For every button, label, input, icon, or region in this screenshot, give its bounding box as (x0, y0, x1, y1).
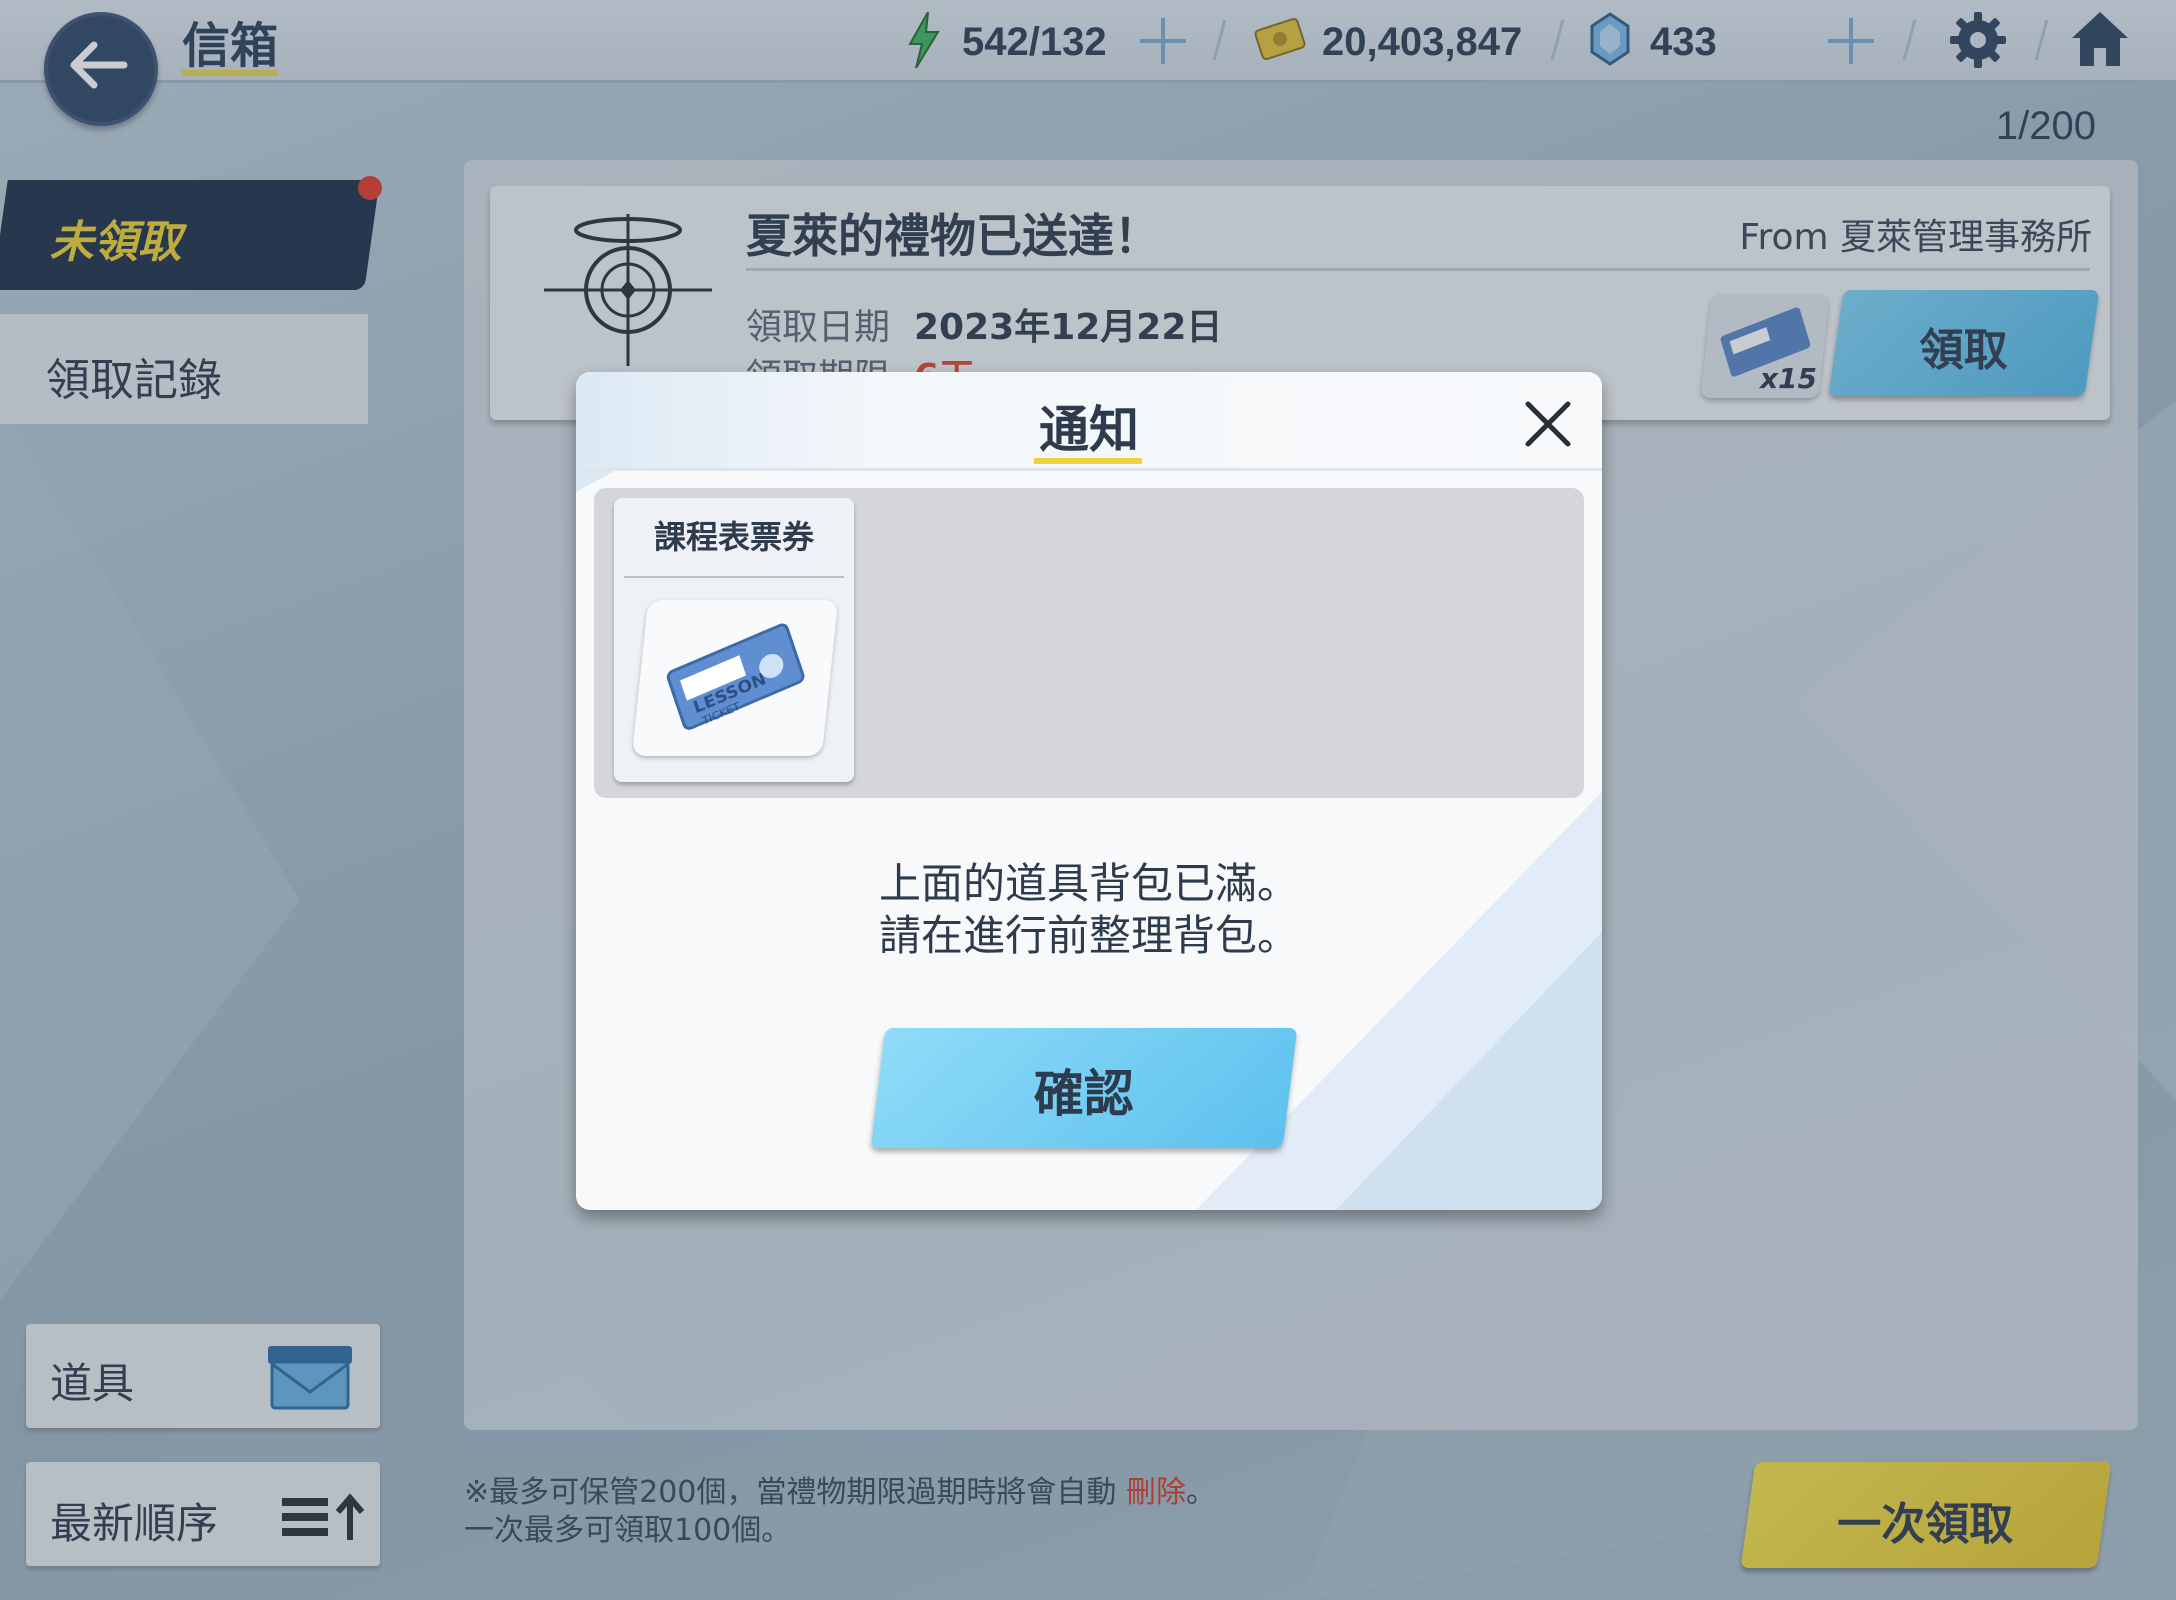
title-underline (1034, 458, 1142, 464)
close-icon[interactable] (1518, 394, 1578, 454)
message-line-2: 請在進行前整理背包。 (878, 911, 1299, 960)
confirm-label: 確認 (1033, 1065, 1134, 1123)
item-name: 課程表票券 (653, 518, 814, 556)
notification-dialog: 通知 課程表票券 LESSON TICKET 上面的道具背包已滿。 請在進行前整… (576, 372, 1602, 1210)
lesson-ticket-icon: LESSON TICKET (666, 623, 805, 730)
confirm-button[interactable]: 確認 (870, 1028, 1298, 1148)
divider (624, 576, 844, 578)
item-icon-frame: LESSON TICKET (631, 600, 839, 756)
dialog-title: 通知 (1039, 401, 1139, 459)
